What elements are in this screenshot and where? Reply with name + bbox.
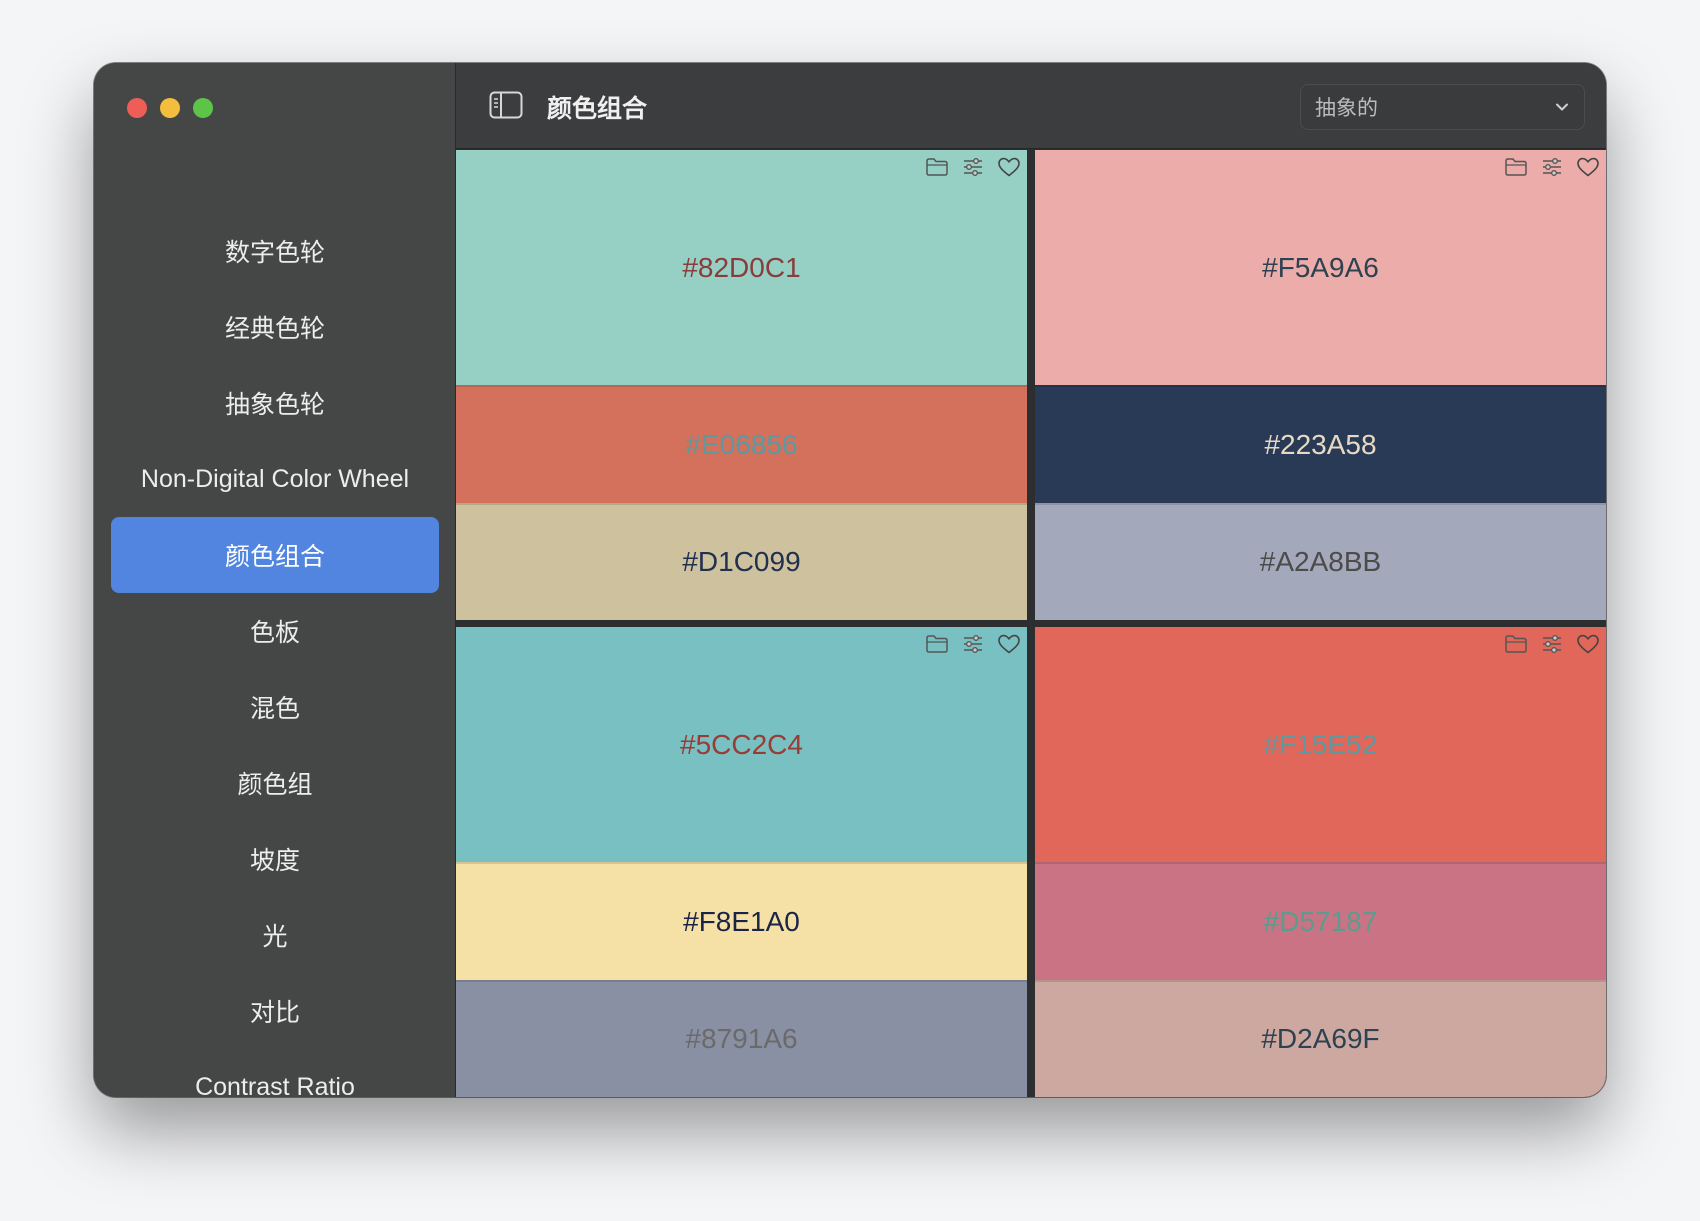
sidebar: 数字色轮经典色轮抽象色轮 Non-Digital Color Wheel 颜色组合色…: [94, 63, 456, 1097]
swatch-hex-label: #F8E1A0: [683, 905, 800, 937]
sidebar-item-label: 色板: [249, 619, 300, 647]
close-window-button[interactable]: [127, 98, 147, 118]
sliders-icon[interactable]: [1540, 633, 1564, 655]
sidebar-item-label: Non-Digital Color Wheel: [140, 464, 410, 493]
sidebar-item[interactable]: 光: [111, 897, 439, 973]
color-swatch[interactable]: #F5A9A6: [1035, 150, 1606, 385]
sidebar-item-label: 颜色组合: [224, 543, 325, 571]
sliders-icon[interactable]: [961, 156, 985, 178]
sidebar-item-label: 经典色轮: [224, 315, 325, 343]
sidebar-item-label: 颜色组: [237, 771, 313, 799]
palette-actions: [925, 156, 1021, 178]
palette-actions: [1504, 633, 1600, 655]
swatch-hex-label: #F5A9A6: [1262, 251, 1379, 283]
sidebar-item-label: Contrast Ratio: [195, 1072, 355, 1098]
heart-icon[interactable]: [1576, 633, 1600, 655]
swatch-hex-label: #A2A8BB: [1259, 546, 1382, 578]
palette-actions: [1504, 156, 1600, 178]
sidebar-item[interactable]: Contrast Ratio: [111, 1049, 439, 1098]
sidebar-toggle-icon[interactable]: [489, 91, 523, 119]
sidebar-item[interactable]: 经典色轮: [111, 289, 439, 365]
heart-icon[interactable]: [997, 156, 1021, 178]
color-swatch[interactable]: #223A58: [1035, 385, 1606, 503]
sidebar-item[interactable]: 抽象色轮: [111, 365, 439, 441]
color-swatch[interactable]: #D2A69F: [1035, 979, 1606, 1097]
color-swatch[interactable]: #A2A8BB: [1035, 502, 1606, 620]
sidebar-item-label: 坡度: [249, 847, 300, 875]
folder-icon[interactable]: [925, 156, 949, 178]
swatch-hex-label: #5CC2C4: [680, 728, 803, 760]
minimize-window-button[interactable]: [160, 98, 180, 118]
heart-icon[interactable]: [997, 633, 1021, 655]
color-swatch[interactable]: #E06856: [456, 385, 1027, 503]
palette-actions: [925, 633, 1021, 655]
folder-icon[interactable]: [925, 633, 949, 655]
color-palette-card: #F5A9A6 #223A58 #A2A8BB: [1035, 150, 1606, 620]
maximize-window-button[interactable]: [193, 98, 213, 118]
window-controls: [127, 98, 213, 118]
palette-grid: #82D0C1 #E06856 #D1C099 #F5A9A6 #223A58 #A2A8…: [456, 149, 1606, 1097]
sidebar-nav: 数字色轮经典色轮抽象色轮 Non-Digital Color Wheel 颜色组合色…: [111, 213, 439, 1097]
sidebar-item-label: 对比: [249, 999, 300, 1027]
color-swatch[interactable]: #D57187: [1035, 862, 1606, 980]
heart-icon[interactable]: [1576, 156, 1600, 178]
sidebar-item[interactable]: 色板: [111, 593, 439, 669]
color-swatch[interactable]: #5CC2C4: [456, 627, 1027, 862]
color-palette-card: #5CC2C4 #F8E1A0 #8791A6: [456, 627, 1027, 1097]
sidebar-item-label: 光: [262, 923, 288, 951]
folder-icon[interactable]: [1504, 633, 1528, 655]
sidebar-item[interactable]: 颜色组合: [111, 517, 439, 593]
color-swatch[interactable]: #D1C099: [456, 502, 1027, 620]
sidebar-item[interactable]: 对比: [111, 973, 439, 1049]
swatch-hex-label: #D1C099: [682, 546, 801, 578]
sidebar-item-label: 数字色轮: [224, 239, 325, 267]
sidebar-item-label: 混色: [249, 695, 300, 723]
sidebar-item[interactable]: 颜色组: [111, 745, 439, 821]
color-palette-card: #F15E52 #D57187 #D2A69F: [1035, 627, 1606, 1097]
swatch-hex-label: #E06856: [685, 428, 798, 460]
swatch-hex-label: #D57187: [1263, 905, 1378, 937]
sidebar-item-label: 抽象色轮: [224, 391, 325, 419]
sliders-icon[interactable]: [961, 633, 985, 655]
chevron-down-icon: [1556, 103, 1568, 111]
sidebar-item[interactable]: 数字色轮: [111, 213, 439, 289]
swatch-hex-label: #223A58: [1264, 428, 1377, 460]
app-window: 数字色轮经典色轮抽象色轮 Non-Digital Color Wheel 颜色组合色…: [94, 63, 1606, 1097]
style-select[interactable]: 抽象的: [1300, 84, 1585, 130]
swatch-hex-label: #D2A69F: [1261, 1023, 1380, 1055]
page-title: 颜色组合: [547, 95, 648, 123]
folder-icon[interactable]: [1504, 156, 1528, 178]
color-swatch[interactable]: #F15E52: [1035, 627, 1606, 862]
swatch-hex-label: #82D0C1: [682, 251, 801, 283]
sliders-icon[interactable]: [1540, 156, 1564, 178]
color-palette-card: #82D0C1 #E06856 #D1C099: [456, 150, 1027, 620]
color-swatch[interactable]: #82D0C1: [456, 150, 1027, 385]
sidebar-item[interactable]: 混色: [111, 669, 439, 745]
sidebar-item[interactable]: Non-Digital Color Wheel: [111, 441, 439, 517]
color-swatch[interactable]: #F8E1A0: [456, 862, 1027, 980]
sidebar-item[interactable]: 坡度: [111, 821, 439, 897]
color-swatch[interactable]: #8791A6: [456, 979, 1027, 1097]
toolbar: 颜色组合 抽象的: [456, 63, 1606, 149]
swatch-hex-label: #8791A6: [685, 1023, 798, 1055]
swatch-hex-label: #F15E52: [1263, 728, 1378, 760]
style-select-value: 抽象的: [1315, 97, 1378, 120]
main-content: 颜色组合 抽象的 #82D0C1 #E06856 #D1C099 #F5A9A6 #22…: [456, 63, 1606, 1097]
